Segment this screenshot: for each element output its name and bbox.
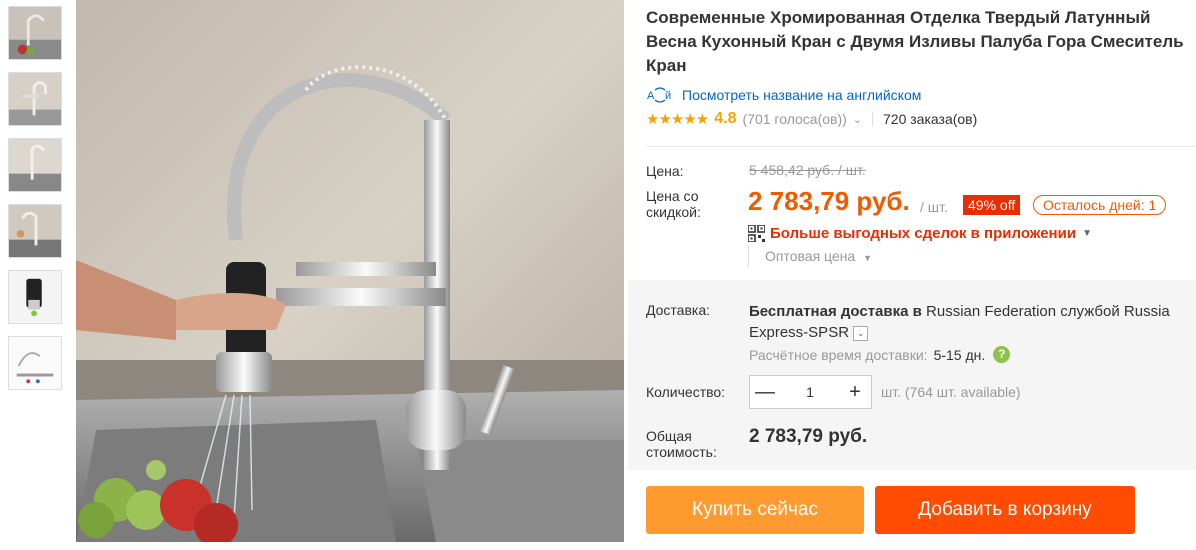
translate-link-text[interactable]: Посмотреть название на английском bbox=[682, 87, 921, 103]
days-left-badge: Осталось дней: 1 bbox=[1033, 195, 1167, 215]
translate-icon: A й bbox=[647, 87, 671, 103]
buy-now-button[interactable]: Купить сейчас bbox=[646, 486, 864, 534]
total-price: 2 783,79 руб. bbox=[749, 426, 868, 447]
discount-badge: 49% off bbox=[963, 195, 1021, 215]
thumbnail-6[interactable] bbox=[8, 336, 62, 390]
divider bbox=[646, 146, 1196, 147]
quantity-input[interactable] bbox=[780, 384, 840, 400]
discount-price-label-line2: скидкой: bbox=[646, 204, 701, 220]
product-title: Современные Хромированная Отделка Тверды… bbox=[646, 8, 1184, 75]
shipping-label: Доставка: bbox=[646, 302, 711, 318]
app-deals-text[interactable]: Больше выгодных сделок в приложении bbox=[770, 225, 1076, 242]
app-deals-link[interactable]: Больше выгодных сделок в приложении ▼ bbox=[748, 225, 1092, 242]
qr-code-icon bbox=[748, 225, 765, 242]
discount-price-label: Цена со скидкой: bbox=[646, 188, 701, 220]
quantity-label: Количество: bbox=[646, 384, 726, 400]
price-label: Цена: bbox=[646, 163, 684, 179]
thumbnail-2[interactable] bbox=[8, 72, 62, 126]
thumbnail-1[interactable] bbox=[8, 6, 62, 60]
shipping-via-text: службой bbox=[1060, 303, 1120, 320]
discount-price-label-line1: Цена со bbox=[646, 188, 699, 204]
quantity-increase-button[interactable]: + bbox=[840, 381, 870, 404]
shipping-options-dropdown[interactable]: ⌄ bbox=[853, 325, 869, 341]
delivery-estimate-value: 5-15 дн. bbox=[933, 346, 986, 363]
svg-text:й: й bbox=[665, 90, 671, 102]
quantity-stepper: — + bbox=[749, 375, 872, 409]
help-icon[interactable]: ? bbox=[993, 346, 1011, 363]
main-product-image[interactable] bbox=[76, 0, 624, 542]
delivery-estimate-label: Расчётное время доставки: bbox=[749, 346, 928, 363]
discounted-price: 2 783,79 руб. bbox=[748, 186, 910, 216]
price-per-unit: / шт. bbox=[920, 199, 948, 215]
votes-count[interactable]: (701 голоса(ов)) bbox=[743, 111, 847, 127]
total-label-line1: Общая bbox=[646, 428, 692, 444]
shipping-destination: Russian Federation bbox=[926, 303, 1057, 320]
thumbnail-3[interactable] bbox=[8, 138, 62, 192]
old-price: 5 458,42 руб. / шт. bbox=[749, 162, 866, 178]
quantity-decrease-button[interactable]: — bbox=[750, 381, 780, 404]
wholesale-price-text[interactable]: Оптовая цена bbox=[765, 248, 855, 264]
star-rating-icon: ★★★★★ bbox=[646, 111, 709, 128]
shipping-info: Бесплатная доставка в Russian Federation… bbox=[749, 301, 1189, 343]
thumbnail-gallery bbox=[8, 6, 64, 402]
chevron-down-icon[interactable]: ⌄ bbox=[853, 113, 862, 126]
delivery-estimate: Расчётное время доставки: 5-15 дн. ? bbox=[749, 346, 1011, 363]
product-info: Современные Хромированная Отделка Тверды… bbox=[646, 0, 1196, 128]
rating-value: 4.8 bbox=[714, 110, 737, 127]
caret-down-icon[interactable]: ▼ bbox=[1082, 228, 1092, 239]
translate-link[interactable]: A й Посмотреть название на английском bbox=[646, 86, 1196, 104]
svg-text:A: A bbox=[647, 90, 655, 102]
orders-count: 720 заказа(ов) bbox=[883, 111, 978, 127]
total-label-line2: стоимость: bbox=[646, 444, 717, 460]
quantity-availability: шт. (764 шт. available) bbox=[881, 384, 1021, 400]
caret-down-icon[interactable]: ▼ bbox=[863, 253, 872, 263]
rating-row: ★★★★★ 4.8 (701 голоса(ов)) ⌄ 720 заказа(… bbox=[646, 110, 1196, 128]
total-label: Общая стоимость: bbox=[646, 428, 717, 460]
add-to-cart-button[interactable]: Добавить в корзину bbox=[875, 486, 1135, 534]
thumbnail-5[interactable] bbox=[8, 270, 62, 324]
thumbnail-4[interactable] bbox=[8, 204, 62, 258]
divider bbox=[872, 112, 874, 126]
free-shipping-text: Бесплатная доставка в bbox=[749, 303, 922, 320]
wholesale-price-toggle[interactable]: Оптовая цена ▼ bbox=[748, 245, 872, 267]
